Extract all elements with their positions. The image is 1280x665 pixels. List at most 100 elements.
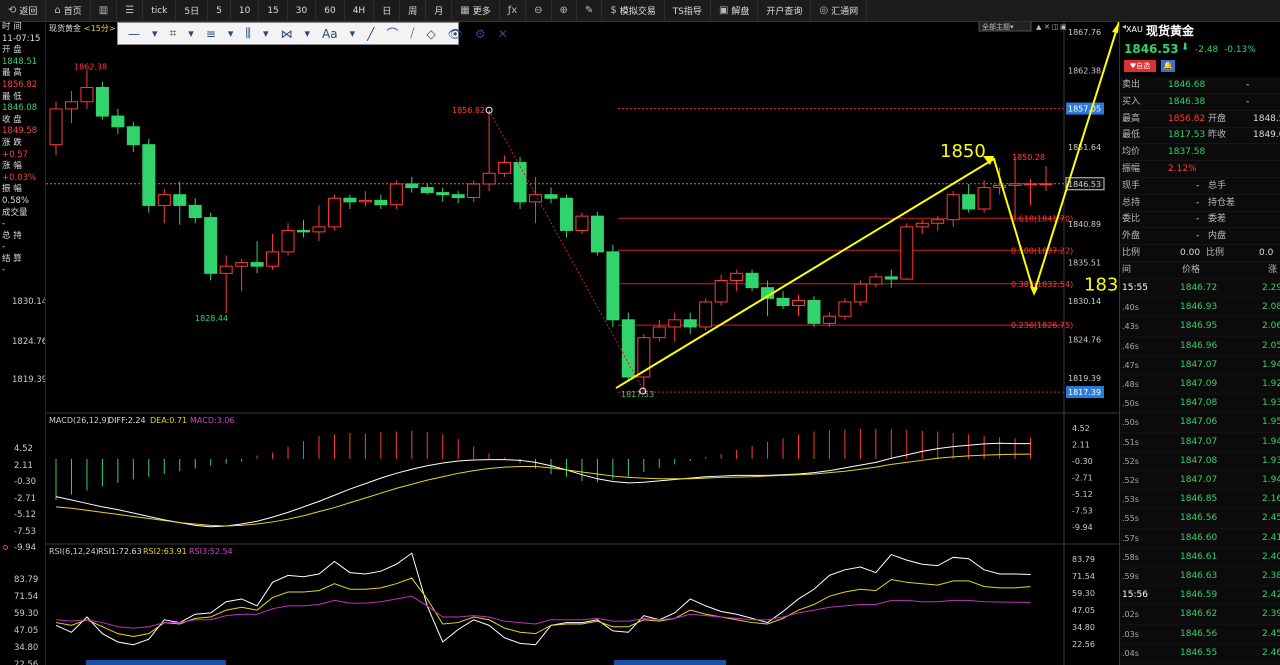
chart-area[interactable]: 现货黄金 <15分> 全部主题▾ ▲ ✕ ◫ ▣ 1867.76 1862.38 1857.05 1…: [4, 20, 1130, 665]
price-annotation: 1817.53: [621, 390, 654, 399]
candle-body: [451, 194, 465, 199]
target-label-1850: 1850: [940, 141, 986, 162]
ohlc-info-8: 收 盘: [2, 114, 22, 125]
quote-row: 总持 - 持仓差: [1120, 195, 1280, 212]
toolbar-item-18[interactable]: ⊕: [552, 0, 577, 22]
draw-tool-18[interactable]: ✕: [492, 27, 514, 41]
tick-price: 1846.85: [1180, 494, 1218, 505]
candle-body: [420, 187, 434, 194]
toolbar-item-24[interactable]: ◎ 汇通网: [811, 0, 868, 22]
pane-control-icon[interactable]: ▣: [1060, 23, 1067, 31]
tick-row: .43s 1846.95 2.06: [1120, 317, 1280, 337]
draw-tool-15[interactable]: ◇: [420, 27, 441, 41]
toolbar-label: 返回: [19, 7, 38, 17]
quote-row-label: 比例: [1122, 248, 1141, 258]
toolbar-item-21[interactable]: TS指导: [665, 0, 711, 22]
toolbar-item-14[interactable]: 月: [426, 0, 453, 22]
quote-row-label2: 委差: [1208, 214, 1227, 225]
draw-tool-1[interactable]: ▾: [146, 27, 164, 40]
tick-time: .47s: [1122, 360, 1139, 370]
quote-row: 最高 1856.82开盘 1848.5: [1120, 111, 1280, 128]
toolbar-item-16[interactable]: ƒx: [500, 0, 527, 22]
draw-tool-14[interactable]: ⧸: [404, 26, 420, 41]
ohlc-info-10: 涨 跌: [2, 137, 22, 148]
alert-bell-button[interactable]: 🔔: [1161, 60, 1175, 72]
tick-header-col: 涨: [1268, 265, 1278, 275]
tick-time: .46s: [1122, 341, 1139, 351]
toolbar-item-6[interactable]: 5: [208, 0, 231, 22]
tick-change: 1.94: [1262, 359, 1280, 370]
toolbar-item-3[interactable]: ☰: [117, 0, 144, 22]
quote-row-value: 0.00: [1180, 248, 1201, 258]
draw-tool-3[interactable]: ▾: [182, 27, 200, 40]
tick-price: 1847.07: [1180, 475, 1218, 485]
draw-tool-7[interactable]: ▾: [257, 27, 275, 40]
toolbar-item-4[interactable]: tick: [143, 0, 177, 22]
toolbar-item-5[interactable]: 5日: [176, 0, 209, 22]
pane-control-icon[interactable]: ◫: [1052, 23, 1059, 31]
candle: [853, 280, 867, 306]
candle-body: [652, 326, 666, 339]
toolbar-item-7[interactable]: 10: [231, 0, 260, 22]
draw-tool-2[interactable]: ⌗: [164, 26, 183, 41]
toolbar-label: 30: [295, 5, 308, 16]
price-axis-label: 1857.05: [1068, 105, 1101, 114]
draw-tool-4[interactable]: ≡: [200, 27, 222, 41]
tick-change: 2.45: [1262, 628, 1280, 639]
candle-body: [869, 276, 883, 285]
pane-control-icon[interactable]: ✕: [1044, 23, 1050, 31]
toolbar-item-8[interactable]: 15: [259, 0, 288, 22]
toolbar-item-9[interactable]: 30: [288, 0, 317, 22]
toolbar-item-17[interactable]: ⊖: [526, 0, 552, 22]
draw-tool-11[interactable]: ▾: [344, 27, 362, 40]
draw-tool-17[interactable]: ⚙: [469, 27, 492, 41]
draw-tool-8[interactable]: ⋈: [274, 27, 298, 41]
draw-tool-12[interactable]: ╱: [361, 27, 380, 41]
rsi-indicator-icon[interactable]: [3, 545, 8, 550]
toolbar-item-15[interactable]: ▦ 更多: [452, 0, 500, 22]
price-annotation: 1856.82: [452, 106, 485, 115]
tick-price: 1847.07: [1180, 359, 1218, 370]
left-axis-label: 1824.76: [12, 337, 46, 347]
target-label-1832: 1832: [1084, 275, 1119, 296]
tick-header: 间 价格 涨: [1120, 262, 1280, 279]
favorite-button[interactable]: ♥自选: [1124, 60, 1156, 72]
toolbar-item-13[interactable]: 周: [400, 0, 427, 22]
tick-price: 1846.62: [1180, 609, 1218, 620]
toolbar-item-12[interactable]: 日: [374, 0, 401, 22]
ohlc-info-2: 开 盘: [2, 45, 22, 56]
draw-tool-9[interactable]: ▾: [298, 27, 316, 40]
tick-price: 1846.72: [1180, 283, 1218, 293]
quote-row-value: 1846.68: [1168, 80, 1206, 90]
tick-change: 1.94: [1262, 475, 1280, 485]
draw-tool-6[interactable]: ⫼: [239, 26, 257, 41]
scrollbar-thumb[interactable]: [614, 660, 726, 665]
chart-canvas[interactable]: 现货黄金 <15分> 全部主题▾ ▲ ✕ ◫ ▣1867.761862.381857.051…: [4, 20, 1130, 665]
tick-time: .50s: [1122, 418, 1139, 428]
toolbar-item-2[interactable]: ▥: [91, 0, 118, 22]
quote-row: 卖出 1846.68 -: [1120, 77, 1280, 94]
scrollbar-thumb[interactable]: [86, 660, 226, 665]
candle-body: [683, 319, 697, 328]
toolbar-item-10[interactable]: 60: [316, 0, 345, 22]
candle-body: [188, 204, 202, 219]
draw-tool-13[interactable]: ⌒: [380, 25, 404, 42]
draw-tool-16[interactable]: 👁: [442, 27, 469, 41]
toolbar-item-19[interactable]: ✎: [577, 0, 603, 22]
candle-body: [49, 108, 63, 146]
draw-tool-0[interactable]: —: [122, 27, 146, 41]
candle-body: [142, 144, 156, 206]
toolbar-item-1[interactable]: ⌂ 首页: [46, 0, 91, 22]
toolbar-item-0[interactable]: ⟲ 返回: [0, 0, 47, 22]
tick-price: 1846.56: [1180, 513, 1218, 524]
toolbar-item-23[interactable]: 开户查询: [758, 0, 812, 22]
draw-tool-5[interactable]: ▾: [222, 27, 240, 40]
draw-tool-10[interactable]: Aa: [316, 27, 344, 41]
toolbar-item-20[interactable]: $ 模拟交易: [602, 0, 665, 22]
quote-panel: ◂ XAU 现货黄金 1846.53 ⬇ -2.48 -0.13% ♥自选 🔔 …: [1119, 22, 1280, 665]
toolbar-item-22[interactable]: ▣ 解盘: [711, 0, 759, 22]
edit-icon: ✎: [584, 5, 594, 16]
pane-control-icon[interactable]: ▲: [1036, 23, 1042, 31]
rsi-axis-label: 71.54: [1072, 572, 1095, 581]
toolbar-item-11[interactable]: 4H: [345, 0, 375, 22]
